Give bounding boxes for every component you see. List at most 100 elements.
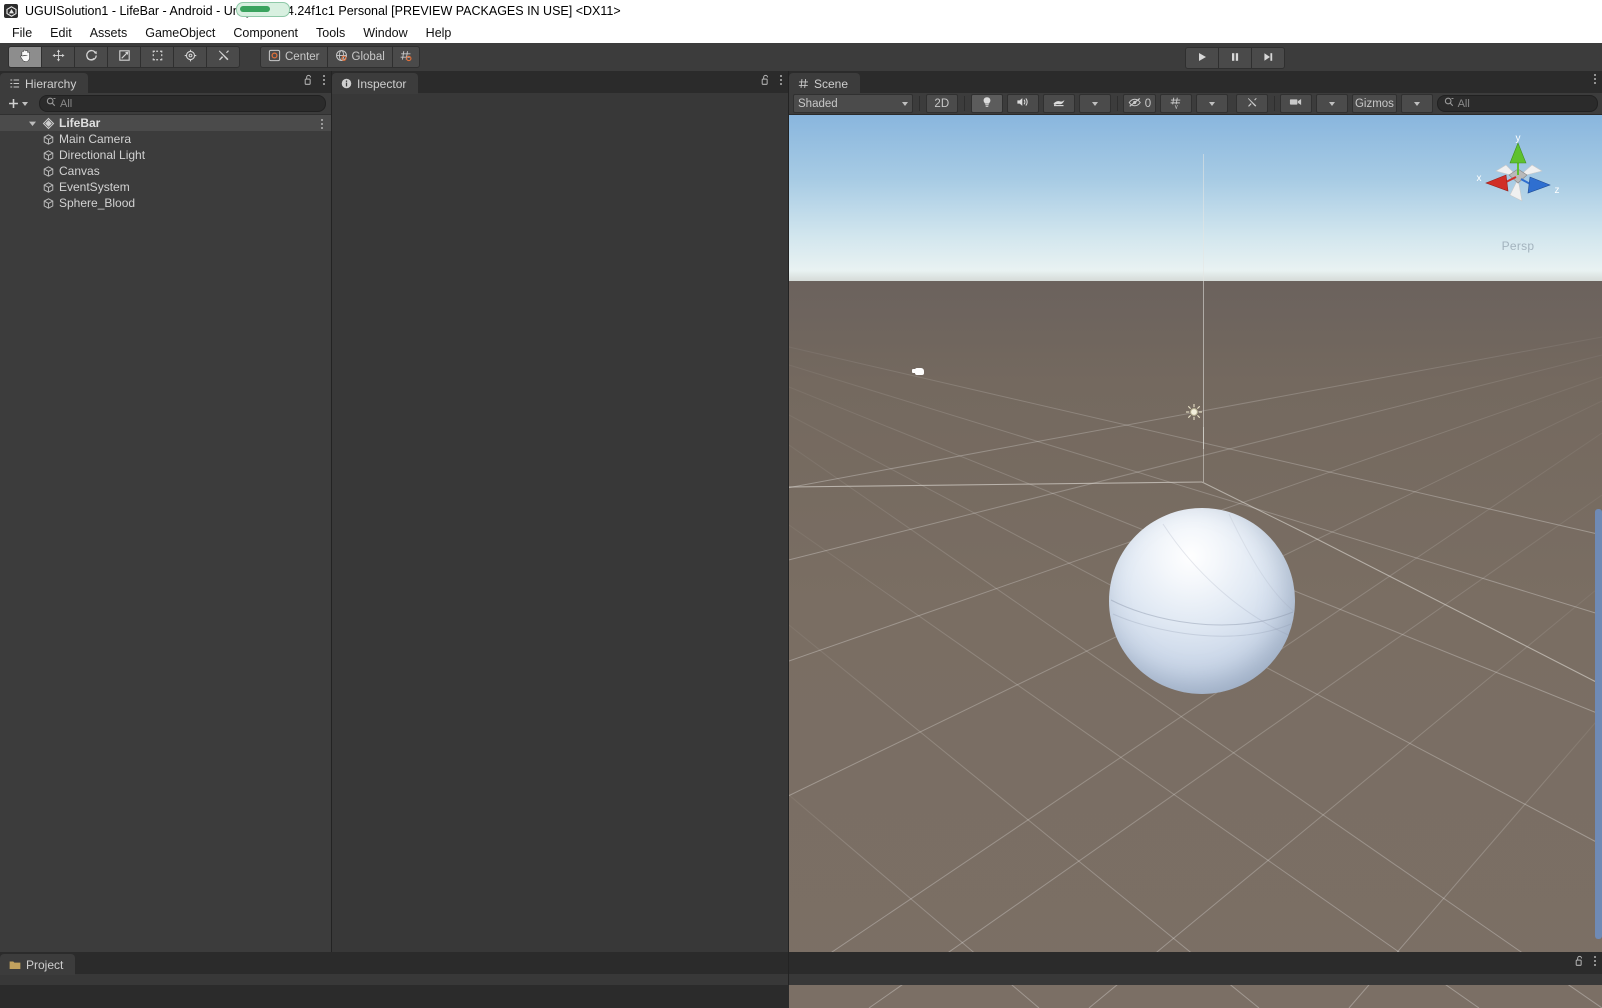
move-tool-button[interactable]: [41, 46, 74, 68]
scene-search-input[interactable]: All: [1436, 95, 1599, 112]
project-body: [0, 974, 1602, 985]
scene-view-toolbar: Shaded 2D 0 y Gizmos All: [789, 93, 1602, 115]
play-button[interactable]: [1185, 47, 1218, 69]
directional-light-gizmo[interactable]: [1185, 403, 1203, 421]
sphere-blood-object[interactable]: [1109, 508, 1295, 694]
rect-tool-button[interactable]: [140, 46, 173, 68]
step-button[interactable]: [1251, 47, 1285, 69]
main-camera-gizmo[interactable]: [912, 368, 924, 375]
grid-snapping-icon: [399, 49, 413, 65]
toggle-2d-button[interactable]: 2D: [925, 94, 958, 113]
pivot-handle-group: Center Global: [260, 46, 420, 68]
pivot-mode-button[interactable]: Center: [260, 46, 327, 68]
menu-edit[interactable]: Edit: [41, 23, 81, 43]
kebab-menu-icon[interactable]: [1594, 74, 1596, 84]
hierarchy-item-sphere-blood[interactable]: Sphere_Blood: [0, 195, 331, 211]
hidden-objects-count: 0: [1144, 97, 1152, 110]
unity-editor-window: UGUISolution1 - LifeBar - Android - Unit…: [0, 0, 1602, 1008]
rotate-tool-button[interactable]: [74, 46, 107, 68]
effects-dropdown-button[interactable]: [1078, 94, 1111, 113]
hierarchy-scene-row[interactable]: LifeBar: [0, 115, 331, 131]
scene-context-menu-icon[interactable]: [321, 119, 323, 129]
hierarchy-scene-label: LifeBar: [59, 116, 101, 130]
light-ray-line-lower: [1203, 427, 1204, 482]
kebab-menu-icon[interactable]: [1594, 956, 1596, 966]
camera-icon: [1289, 97, 1303, 110]
gameobject-icon: [40, 133, 56, 146]
tab-scene-label: Scene: [814, 76, 849, 91]
gizmo-x-label: x: [1477, 173, 1482, 184]
kebab-menu-icon[interactable]: [323, 75, 325, 85]
title-overlay-pill: [236, 2, 290, 17]
hierarchy-item-eventsystem[interactable]: EventSystem: [0, 179, 331, 195]
gizmos-button[interactable]: Gizmos: [1352, 94, 1397, 113]
scene-orientation-gizmo[interactable]: y x z: [1470, 131, 1566, 227]
transform-icon: [183, 48, 198, 66]
custom-editor-tool-button[interactable]: [206, 46, 240, 68]
menu-component[interactable]: Component: [224, 23, 307, 43]
lock-open-icon[interactable]: [760, 74, 771, 86]
menu-window[interactable]: Window: [354, 23, 416, 43]
hierarchy-panel: Hierarchy All LifeBar Main Camera Direct…: [0, 71, 331, 952]
toggle-lighting-button[interactable]: [970, 94, 1003, 113]
globe-icon: [335, 49, 348, 65]
scene-camera-dropdown-button[interactable]: [1316, 94, 1349, 113]
create-gameobject-button[interactable]: [5, 97, 30, 110]
tab-project[interactable]: Project: [0, 954, 76, 975]
kebab-menu-icon[interactable]: [780, 75, 782, 85]
tab-inspector[interactable]: Inspector: [332, 73, 419, 94]
scale-tool-button[interactable]: [107, 46, 140, 68]
menu-gameobject[interactable]: GameObject: [136, 23, 224, 43]
gizmos-dropdown-button[interactable]: [1400, 94, 1433, 113]
eye-off-icon: [1128, 97, 1142, 111]
toolbar-separator: [963, 96, 965, 111]
pause-icon: [1229, 51, 1241, 66]
gameobject-icon: [40, 149, 56, 162]
lock-open-icon[interactable]: [303, 74, 314, 86]
tab-project-label: Project: [26, 957, 64, 972]
transform-tools-group: [8, 46, 240, 68]
hierarchy-tree: LifeBar Main Camera Directional Light Ca…: [0, 115, 331, 951]
handle-rotation-button[interactable]: Global: [326, 46, 392, 68]
playmode-controls: [1185, 47, 1285, 69]
project-panel: Project: [0, 952, 1602, 985]
hand-tool-button[interactable]: [8, 46, 41, 68]
hierarchy-tabbar: Hierarchy: [0, 71, 331, 94]
toggle-effects-button[interactable]: [1042, 94, 1075, 113]
foldout-open-icon: [29, 121, 36, 126]
lightbulb-icon: [981, 96, 993, 112]
audio-icon: [1016, 96, 1029, 111]
scene-foldout-toggle[interactable]: [0, 119, 40, 128]
scene-visibility-dropdown-button[interactable]: [1195, 94, 1228, 113]
gizmo-projection-label[interactable]: Persp: [1470, 239, 1566, 253]
hierarchy-search-input[interactable]: All: [39, 95, 326, 112]
menu-tools[interactable]: Tools: [307, 23, 354, 43]
inspector-panel: Inspector: [332, 71, 788, 952]
hidden-objects-count-button[interactable]: 0: [1123, 94, 1156, 113]
hierarchy-item-label: Canvas: [59, 164, 100, 178]
menu-file[interactable]: File: [3, 23, 41, 43]
toggle-audio-button[interactable]: [1006, 94, 1039, 113]
draw-mode-dropdown[interactable]: Shaded: [793, 94, 913, 113]
tab-hierarchy[interactable]: Hierarchy: [0, 73, 89, 94]
scene-vertical-scrollbar[interactable]: [1595, 509, 1602, 939]
menu-help[interactable]: Help: [417, 23, 461, 43]
gameobject-icon: [40, 197, 56, 210]
pause-button[interactable]: [1218, 47, 1251, 69]
hierarchy-item-canvas[interactable]: Canvas: [0, 163, 331, 179]
scene-viewport[interactable]: y x z Persp: [789, 115, 1602, 1008]
grid-snapping-button[interactable]: [391, 46, 420, 68]
scene-tools-button[interactable]: [1235, 94, 1268, 113]
tab-scene[interactable]: Scene: [789, 73, 861, 94]
inspector-scene-splitter[interactable]: [788, 71, 789, 985]
hierarchy-item-main-camera[interactable]: Main Camera: [0, 131, 331, 147]
scene-visibility-button[interactable]: y: [1159, 94, 1192, 113]
hierarchy-item-directional-light[interactable]: Directional Light: [0, 147, 331, 163]
menu-assets[interactable]: Assets: [81, 23, 137, 43]
scale-icon: [117, 48, 132, 66]
scene-camera-button[interactable]: [1280, 94, 1313, 113]
lock-open-icon[interactable]: [1574, 955, 1585, 967]
hierarchy-inspector-splitter[interactable]: [331, 71, 332, 952]
transform-tool-button[interactable]: [173, 46, 206, 68]
svg-text:y: y: [1174, 104, 1177, 109]
